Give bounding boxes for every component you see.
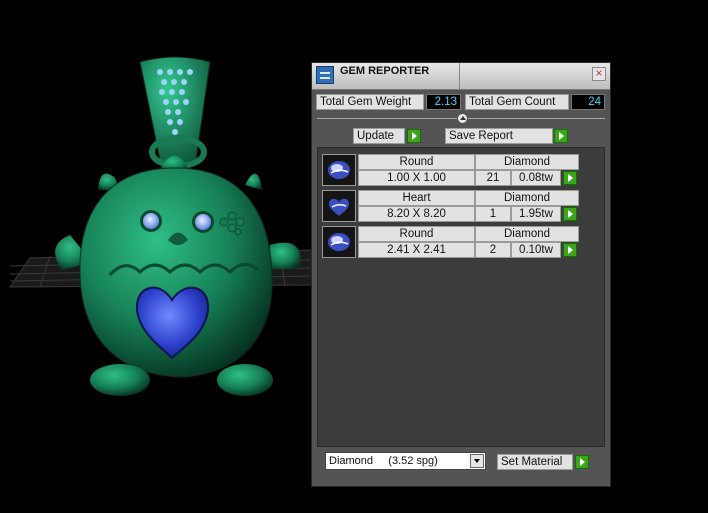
set-material-button[interactable]: Set Material xyxy=(497,454,573,470)
gem-list[interactable]: Round 1.00 X 1.00 Diamond 21 0.08tw Hear… xyxy=(317,147,605,447)
gem-reporter-panel: GEM REPORTER × Total Gem Weight 2.13 Tot… xyxy=(311,62,611,487)
pendant-bail xyxy=(139,56,211,169)
total-gem-weight-value: 2.13 xyxy=(426,94,461,110)
gem-count: 1 xyxy=(475,206,511,222)
close-icon[interactable]: × xyxy=(592,67,606,81)
gem-shape: Heart xyxy=(358,190,475,206)
title-bar[interactable]: GEM REPORTER × xyxy=(312,63,610,90)
gem-weight: 1.95tw xyxy=(511,206,561,222)
gem-material: Diamond xyxy=(475,226,579,242)
update-go-icon[interactable] xyxy=(407,129,421,143)
gem-count: 21 xyxy=(475,170,511,186)
gem-material: Diamond xyxy=(475,154,579,170)
slider-handle[interactable] xyxy=(457,113,468,124)
gem-material: Diamond xyxy=(475,190,579,206)
total-gem-count-value: 24 xyxy=(571,94,605,110)
material-select-value: Diamond (3.52 spg) xyxy=(329,455,438,467)
gem-row[interactable]: Heart 8.20 X 8.20 Diamond 1 1.95tw xyxy=(322,190,580,224)
pendant-body xyxy=(55,155,301,396)
update-button[interactable]: Update xyxy=(353,128,405,144)
gem-reporter-app-icon xyxy=(316,66,334,84)
gem-weight: 0.10tw xyxy=(511,242,561,258)
title-tab-divider xyxy=(459,63,460,89)
round-gem-icon[interactable] xyxy=(322,154,356,186)
gem-row[interactable]: Round 2.41 X 2.41 Diamond 2 0.10tw xyxy=(322,226,580,260)
gem-shape: Round xyxy=(358,226,475,242)
total-gem-weight-label: Total Gem Weight xyxy=(316,94,424,110)
chevron-down-icon[interactable] xyxy=(470,454,484,468)
gem-row[interactable]: Round 1.00 X 1.00 Diamond 21 0.08tw xyxy=(322,154,580,188)
heart-gem-icon[interactable] xyxy=(322,190,356,222)
gem-size: 8.20 X 8.20 xyxy=(358,206,475,222)
gem-row-go-icon[interactable] xyxy=(563,207,577,221)
save-report-button[interactable]: Save Report xyxy=(445,128,553,144)
gem-shape: Round xyxy=(358,154,475,170)
gem-row-go-icon[interactable] xyxy=(563,171,577,185)
round-gem-icon[interactable] xyxy=(322,226,356,258)
set-material-go-icon[interactable] xyxy=(575,455,589,469)
gem-count: 2 xyxy=(475,242,511,258)
gem-weight: 0.08tw xyxy=(511,170,561,186)
gem-size: 1.00 X 1.00 xyxy=(358,170,475,186)
total-gem-count-label: Total Gem Count xyxy=(465,94,569,110)
gem-row-go-icon[interactable] xyxy=(563,243,577,257)
window-title: GEM REPORTER xyxy=(340,65,430,77)
material-select[interactable]: Diamond (3.52 spg) xyxy=(325,452,486,470)
gem-size: 2.41 X 2.41 xyxy=(358,242,475,258)
save-report-go-icon[interactable] xyxy=(554,129,568,143)
